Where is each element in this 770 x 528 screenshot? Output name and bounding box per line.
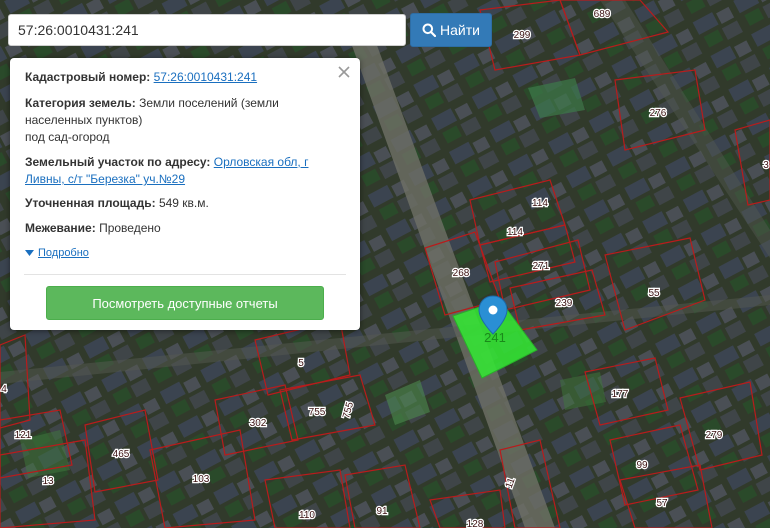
area-row: Уточненная площадь: 549 кв.м.: [25, 195, 335, 212]
land-category-value: населенных пунктов): [25, 113, 143, 127]
parcel-number-label[interactable]: 689: [592, 8, 612, 22]
parcel-number-label[interactable]: 114: [531, 197, 550, 211]
parcel-number-label[interactable]: 114: [506, 226, 525, 240]
details-link[interactable]: Подробно: [38, 247, 89, 259]
address-row: Земельный участок по адресу: Орловская о…: [25, 154, 335, 188]
parcel-number-label[interactable]: 3: [762, 159, 770, 173]
parcel-number-label[interactable]: 5: [297, 357, 306, 371]
land-category-label: Категория земель:: [25, 96, 136, 110]
parcel-number-label[interactable]: 177: [610, 388, 630, 402]
parcel-number-label[interactable]: 55: [647, 287, 661, 301]
parcel-number-label[interactable]: 302: [248, 417, 268, 431]
area-value: 549 кв.м.: [158, 196, 209, 210]
search-button-label: Найти: [440, 22, 480, 38]
address-link[interactable]: Орловская обл, г: [214, 155, 309, 169]
parcel-number-label[interactable]: 276: [648, 107, 668, 121]
close-icon[interactable]: [336, 64, 352, 80]
parcel-number-label[interactable]: 279: [704, 429, 724, 443]
cadastral-number-label: Кадастровый номер:: [25, 70, 151, 84]
search-input[interactable]: [8, 14, 406, 46]
survey-row: Межевание: Проведено: [25, 220, 335, 237]
caret-down-icon: [25, 249, 34, 256]
area-label: Уточненная площадь:: [25, 196, 156, 210]
divider: [24, 274, 346, 275]
parcel-number-label[interactable]: 57: [655, 497, 669, 511]
parcel-number-label[interactable]: 4: [0, 383, 8, 397]
parcel-number-label[interactable]: 13: [41, 475, 55, 489]
parcel-number-label[interactable]: 299: [512, 29, 532, 43]
parcel-number-label[interactable]: 128: [465, 518, 485, 528]
parcel-number-label[interactable]: 271: [531, 260, 551, 274]
land-category-value: Земли поселений (земли: [139, 96, 279, 110]
parcel-number-label[interactable]: 99: [635, 459, 649, 473]
cadastral-number-link[interactable]: 57:26:0010431:241: [154, 70, 257, 84]
cadastral-number-row: Кадастровый номер: 57:26:0010431:241: [25, 69, 335, 86]
address-link[interactable]: Ливны, с/т "Березка" уч.№29: [25, 172, 185, 186]
parcel-number-label[interactable]: 239: [554, 297, 574, 311]
parcel-number-label[interactable]: 103: [191, 473, 211, 487]
search-icon: [422, 23, 437, 37]
land-category-row: Категория земель: Земли поселений (земли…: [25, 95, 335, 146]
parcel-number-label[interactable]: 110: [298, 509, 317, 523]
parcel-number-label[interactable]: 465: [111, 448, 131, 462]
parcel-number-label[interactable]: 121: [13, 429, 33, 443]
parcel-number-label[interactable]: 268: [451, 267, 471, 281]
search-button[interactable]: Найти: [410, 13, 492, 47]
parcel-info-panel: Кадастровый номер: 57:26:0010431:241 Кат…: [10, 58, 360, 330]
details-toggle[interactable]: Подробно: [25, 247, 89, 259]
parcel-number-label[interactable]: 91: [375, 505, 389, 519]
survey-value: Проведено: [99, 221, 161, 235]
address-label: Земельный участок по адресу:: [25, 155, 211, 169]
survey-label: Межевание:: [25, 221, 96, 235]
view-reports-button[interactable]: Посмотреть доступные отчеты: [46, 286, 324, 320]
parcel-number-label[interactable]: 755: [307, 406, 327, 420]
land-category-value: под сад-огород: [25, 130, 110, 144]
